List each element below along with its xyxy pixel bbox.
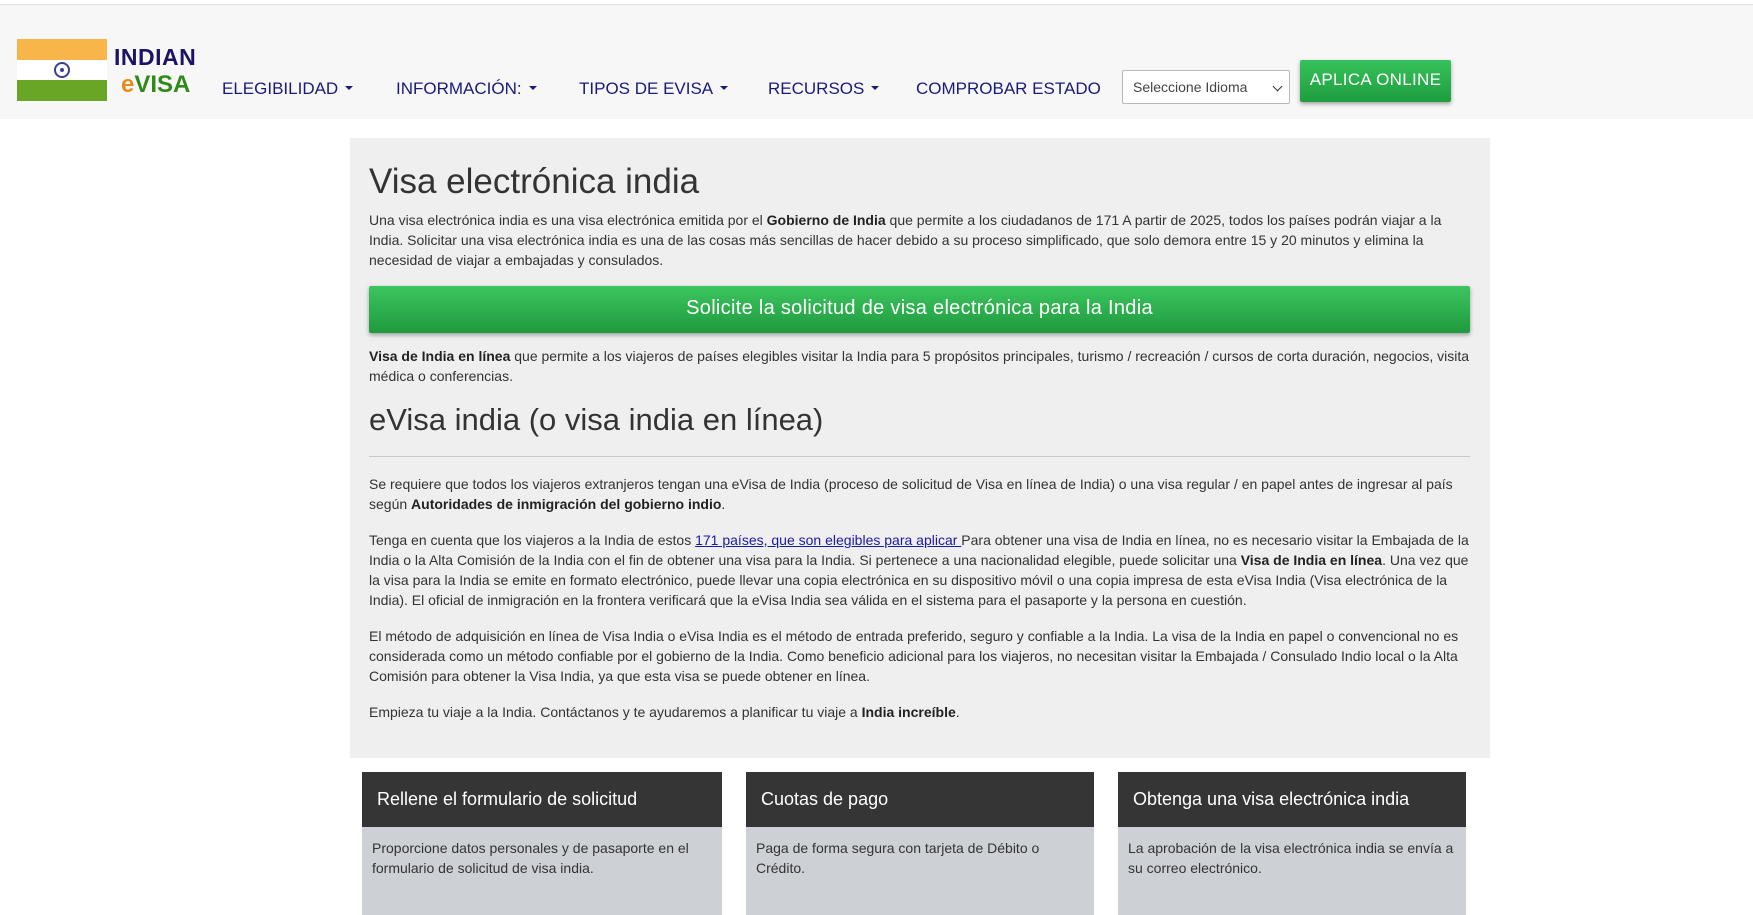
step-card-payment: Cuotas de pago Paga de forma segura con … xyxy=(746,772,1094,915)
nav-comprobar-estado[interactable]: COMPROBAR ESTADO xyxy=(916,79,1101,99)
chevron-down-icon xyxy=(871,85,880,90)
intro-paragraph: Una visa electrónica india es una visa e… xyxy=(369,212,1442,268)
nav-informacion[interactable]: INFORMACIÓN: xyxy=(396,79,537,99)
logo-text-evisa: eVISA xyxy=(121,71,191,98)
card-title: Rellene el formulario de solicitud xyxy=(362,772,722,827)
step-card-form: Rellene el formulario de solicitud Propo… xyxy=(362,772,722,915)
chevron-down-icon xyxy=(720,85,729,90)
step-card-get-evisa: Obtenga una visa electrónica india La ap… xyxy=(1118,772,1466,915)
purpose-paragraph: Visa de India en línea que permite a los… xyxy=(369,348,1470,384)
apply-online-button[interactable]: APLICA ONLINE xyxy=(1300,60,1451,102)
eligible-countries-link[interactable]: 171 países, que son elegibles para aplic… xyxy=(695,532,961,548)
nav-recursos[interactable]: RECURSOS xyxy=(768,79,880,99)
language-select[interactable]: Seleccione Idioma xyxy=(1122,70,1290,104)
divider xyxy=(369,456,1470,457)
section-subtitle: eVisa india (o visa india en línea) xyxy=(369,402,824,437)
site-logo[interactable]: INDIAN eVISA xyxy=(17,39,202,103)
nav-elegibilidad[interactable]: ELEGIBILIDAD xyxy=(222,79,354,99)
main-content: Visa electrónica india Una visa electrón… xyxy=(350,138,1490,758)
ashoka-chakra-icon xyxy=(54,61,70,78)
contact-paragraph: Empieza tu viaje a la India. Contáctanos… xyxy=(369,704,960,720)
eligibility-paragraph: Tenga en cuenta que los viajeros a la In… xyxy=(369,532,1469,608)
card-body: Paga de forma segura con tarjeta de Débi… xyxy=(756,840,1040,876)
card-body: Proporcione datos personales y de pasapo… xyxy=(372,840,689,876)
card-body: La aprobación de la visa electrónica ind… xyxy=(1128,840,1454,876)
requirement-paragraph: Se requiere que todos los viajeros extra… xyxy=(369,476,1453,512)
apply-evisa-button[interactable]: Solicite la solicitud de visa electrónic… xyxy=(369,286,1470,333)
chevron-down-icon xyxy=(1272,81,1283,92)
page-title: Visa electrónica india xyxy=(369,162,700,201)
nav-tipos-de-evisa[interactable]: TIPOS DE EVISA xyxy=(579,79,729,99)
chevron-down-icon xyxy=(528,85,537,90)
card-title: Obtenga una visa electrónica india xyxy=(1118,772,1466,827)
method-paragraph: El método de adquisición en línea de Vis… xyxy=(369,628,1459,684)
site-header: INDIAN eVISA ELEGIBILIDAD INFORMACIÓN: T… xyxy=(0,5,1753,119)
chevron-down-icon xyxy=(345,85,354,90)
logo-text-indian: INDIAN xyxy=(114,44,197,70)
card-title: Cuotas de pago xyxy=(746,772,1094,827)
india-flag-icon xyxy=(17,39,107,101)
